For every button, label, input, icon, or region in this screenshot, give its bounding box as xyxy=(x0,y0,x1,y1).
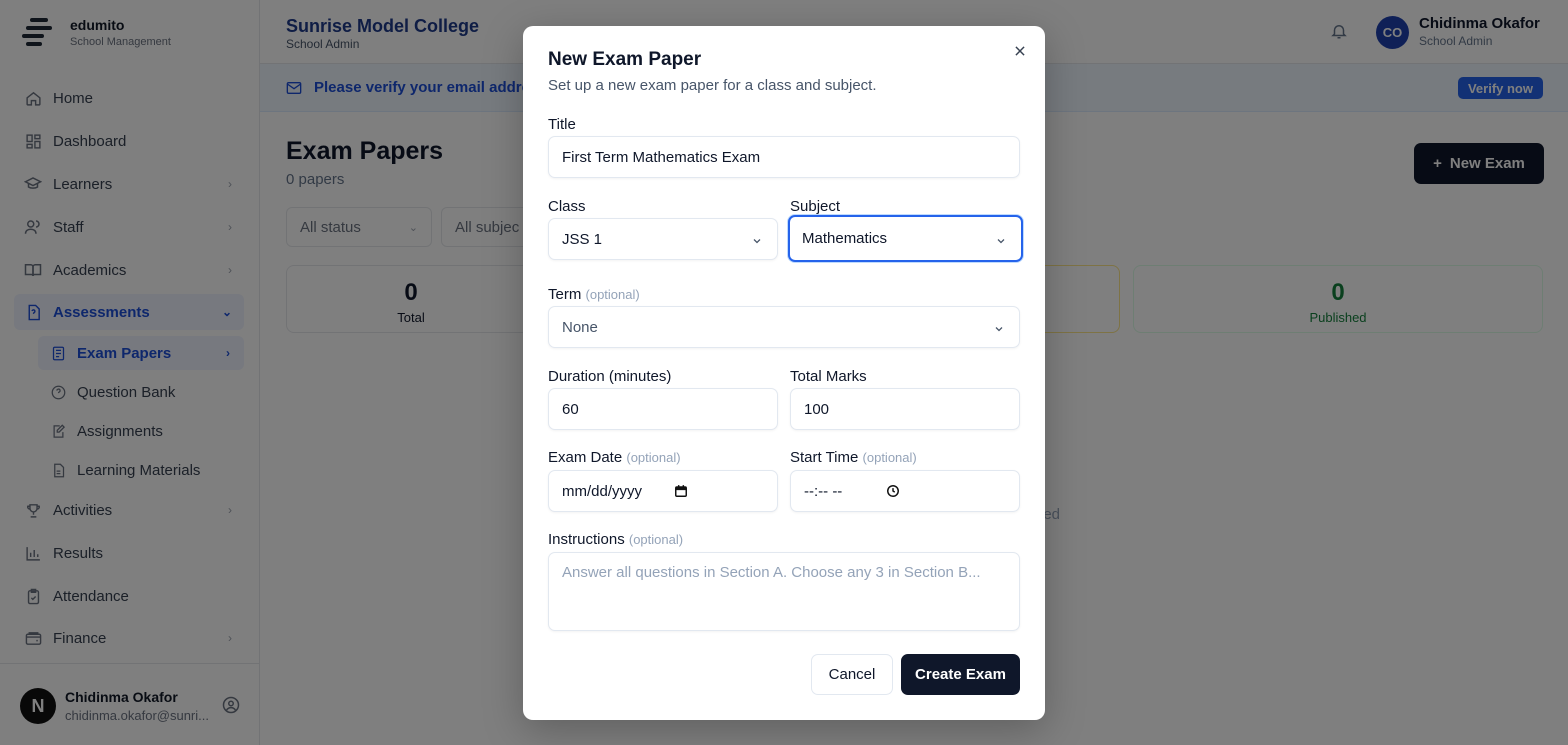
chevron-down-icon xyxy=(995,234,1007,251)
dialog-description: Set up a new exam paper for a class and … xyxy=(548,77,877,94)
start-time-placeholder: --:-- -- xyxy=(804,482,843,500)
total-marks-label: Total Marks xyxy=(790,368,867,385)
start-time-input[interactable]: --:-- -- xyxy=(790,470,1020,512)
start-time-label: Start Time (optional) xyxy=(790,449,917,466)
instructions-label-text: Instructions xyxy=(548,531,625,548)
dialog-title: New Exam Paper xyxy=(548,49,702,70)
class-select-value: JSS 1 xyxy=(562,230,603,248)
calendar-icon[interactable] xyxy=(674,484,688,502)
term-select-value: None xyxy=(562,318,598,336)
close-icon[interactable] xyxy=(1011,42,1029,60)
chevron-down-icon xyxy=(993,322,1005,339)
subject-select[interactable]: Mathematics xyxy=(788,215,1023,262)
optional-hint: (optional) xyxy=(628,532,684,547)
chevron-down-icon xyxy=(751,234,763,251)
clock-icon[interactable] xyxy=(886,484,900,502)
create-exam-button[interactable]: Create Exam xyxy=(901,654,1020,695)
instructions-label: Instructions (optional) xyxy=(548,531,683,548)
class-label: Class xyxy=(548,198,586,215)
optional-hint: (optional) xyxy=(862,450,917,465)
subject-select-value: Mathematics xyxy=(802,230,888,247)
exam-date-label-text: Exam Date xyxy=(548,449,623,466)
optional-hint: (optional) xyxy=(585,287,640,302)
exam-date-input[interactable]: mm/dd/yyyy xyxy=(548,470,778,512)
term-label: Term (optional) xyxy=(548,286,640,303)
start-time-label-text: Start Time xyxy=(790,449,859,466)
subject-label: Subject xyxy=(790,198,841,215)
term-select[interactable]: None xyxy=(548,306,1020,348)
title-label: Title xyxy=(548,116,576,133)
term-label-text: Term xyxy=(548,286,582,303)
class-select[interactable]: JSS 1 xyxy=(548,218,778,260)
instructions-textarea[interactable]: Answer all questions in Section A. Choos… xyxy=(548,552,1020,631)
title-input-value: First Term Mathematics Exam xyxy=(562,148,761,166)
exam-date-label: Exam Date (optional) xyxy=(548,449,681,466)
duration-label: Duration (minutes) xyxy=(548,368,672,385)
duration-input[interactable]: 60 xyxy=(548,388,778,430)
total-marks-input-value: 100 xyxy=(804,400,830,418)
new-exam-dialog: New Exam Paper Set up a new exam paper f… xyxy=(523,26,1045,720)
title-input[interactable]: First Term Mathematics Exam xyxy=(548,136,1020,178)
exam-date-placeholder: mm/dd/yyyy xyxy=(562,482,643,500)
total-marks-input[interactable]: 100 xyxy=(790,388,1020,430)
duration-input-value: 60 xyxy=(562,400,579,418)
cancel-button[interactable]: Cancel xyxy=(811,654,893,695)
optional-hint: (optional) xyxy=(626,450,681,465)
instructions-placeholder: Answer all questions in Section A. Choos… xyxy=(562,564,981,581)
